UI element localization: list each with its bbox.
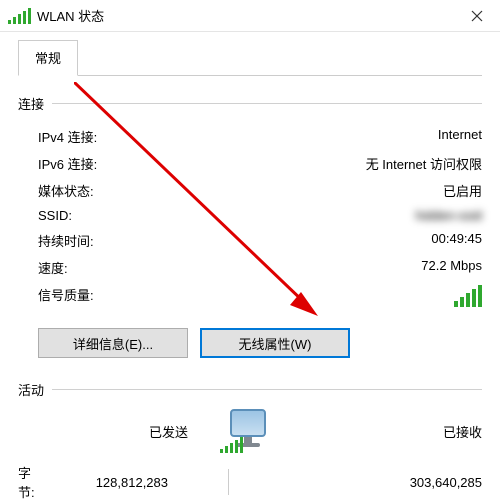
media-label: 媒体状态:: [38, 181, 94, 200]
window-title: WLAN 状态: [37, 6, 454, 25]
row-duration: 持续时间: 00:49:45: [18, 227, 482, 254]
row-ipv4: IPv4 连接: Internet: [18, 123, 482, 150]
sent-label: 已发送: [38, 422, 188, 441]
ipv6-value: 无 Internet 访问权限: [366, 154, 482, 173]
close-button[interactable]: [454, 0, 500, 31]
wireless-properties-button[interactable]: 无线属性(W): [200, 328, 350, 358]
tab-row: 常规: [18, 40, 482, 76]
content: 常规 连接 IPv4 连接: Internet IPv6 连接: 无 Inter…: [0, 32, 500, 501]
ssid-label: SSID:: [38, 208, 72, 223]
row-speed: 速度: 72.2 Mbps: [18, 254, 482, 281]
connection-header-label: 连接: [18, 94, 44, 113]
speed-label: 速度:: [38, 258, 68, 277]
activity-header-label: 活动: [18, 380, 44, 399]
duration-value: 00:49:45: [431, 231, 482, 250]
row-signal: 信号质量:: [18, 281, 482, 314]
connection-header: 连接: [18, 94, 482, 113]
ssid-value: hidden-ssid: [416, 208, 483, 223]
signal-label: 信号质量:: [38, 285, 94, 310]
button-row: 详细信息(E)... 无线属性(W): [18, 328, 482, 358]
titlebar: WLAN 状态: [0, 0, 500, 32]
ipv4-value: Internet: [438, 127, 482, 146]
media-value: 已启用: [443, 181, 482, 200]
activity-header: 活动: [18, 380, 482, 399]
row-ipv6: IPv6 连接: 无 Internet 访问权限: [18, 150, 482, 177]
signal-value: [454, 285, 482, 310]
tab-general[interactable]: 常规: [18, 40, 78, 76]
signal-bars-icon: [454, 285, 482, 307]
row-media: 媒体状态: 已启用: [18, 177, 482, 204]
bytes-received: 303,640,285: [288, 475, 482, 490]
speed-value: 72.2 Mbps: [421, 258, 482, 277]
wifi-icon: [8, 8, 31, 24]
mini-signal-icon: [220, 437, 243, 453]
received-label: 已接收: [308, 422, 482, 441]
ipv6-label: IPv6 连接:: [38, 154, 97, 173]
computer-icon: [220, 409, 276, 453]
divider: [228, 469, 229, 495]
duration-label: 持续时间:: [38, 231, 94, 250]
ipv4-label: IPv4 连接:: [38, 127, 97, 146]
activity-section: 已发送 已接收 字节: 128,812,283 303,640,285: [18, 409, 482, 501]
bytes-sent: 128,812,283: [18, 475, 168, 490]
details-button[interactable]: 详细信息(E)...: [38, 328, 188, 358]
row-ssid: SSID: hidden-ssid: [18, 204, 482, 227]
